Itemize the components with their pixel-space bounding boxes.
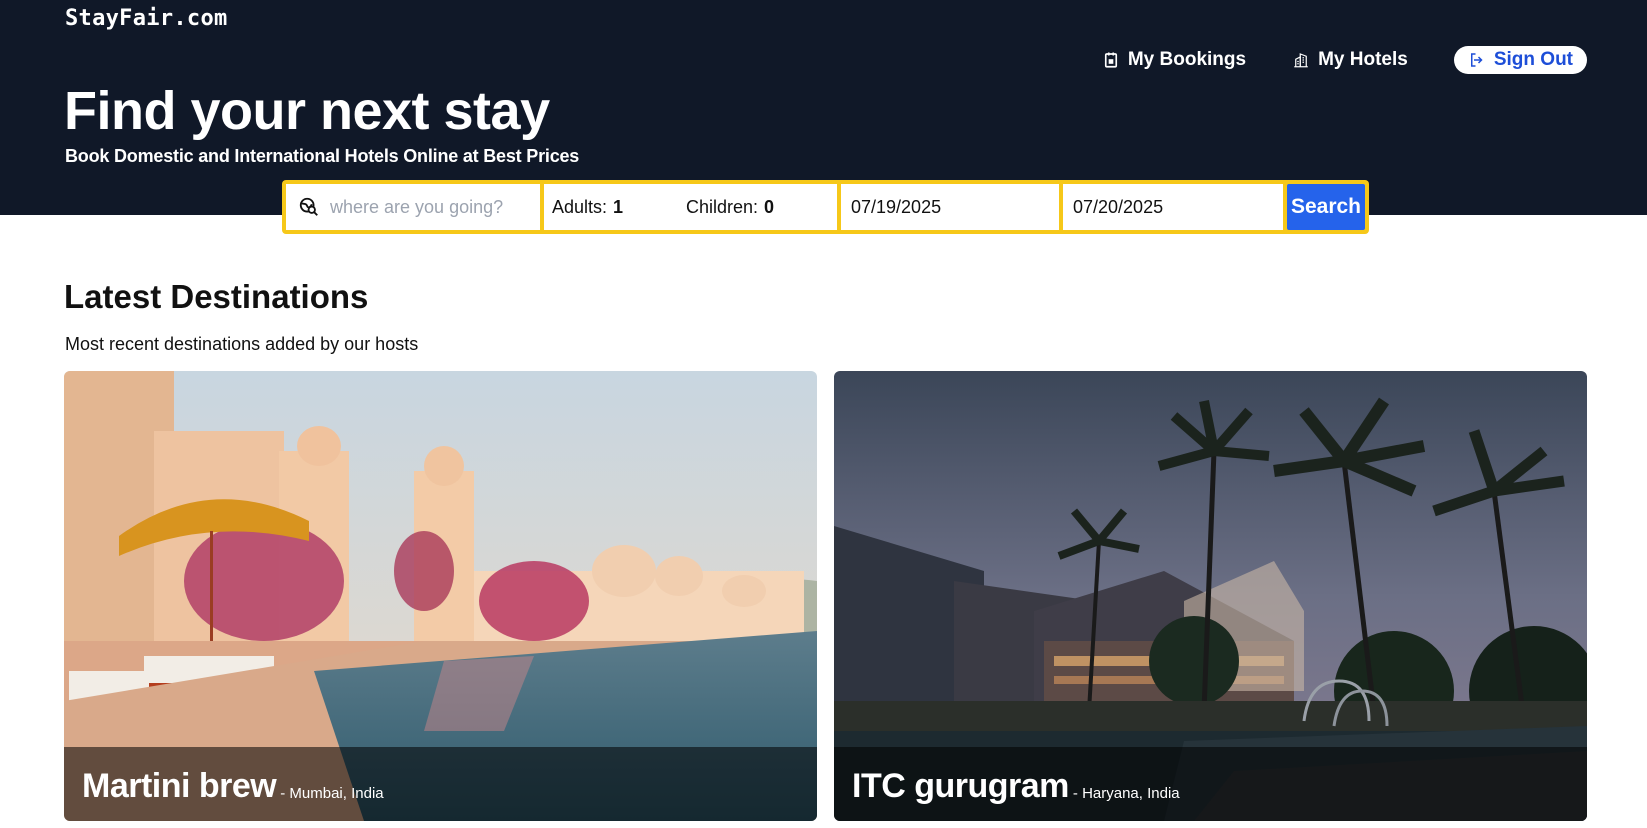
adults-counter[interactable]: Adults: 1 [552, 197, 686, 218]
destination-location: - Haryana, India [1072, 784, 1180, 802]
search-button[interactable]: Search [1287, 184, 1365, 230]
my-bookings-link[interactable]: My Bookings [1102, 49, 1246, 71]
children-counter[interactable]: Children: 0 [686, 197, 774, 218]
hero-subtitle: Book Domestic and International Hotels O… [65, 146, 580, 166]
destination-card-itc-gurugram[interactable]: ITC gurugram - Haryana, India [834, 371, 1587, 821]
check-out-date-field[interactable]: 07/20/2025 [1063, 184, 1283, 230]
section-subtitle: Most recent destinations added by our ho… [65, 334, 419, 354]
my-hotels-label: My Hotels [1318, 49, 1408, 70]
hero-title: Find your next stay [64, 81, 550, 141]
my-hotels-link[interactable]: My Hotels [1292, 49, 1408, 71]
destination-card-martini-brew[interactable]: Martini brew - Mumbai, India [64, 371, 817, 821]
my-bookings-label: My Bookings [1127, 49, 1247, 70]
globe-search-icon [299, 197, 318, 216]
brand-logo[interactable]: StayFair.com [65, 6, 228, 31]
section-title: Latest Destinations [64, 278, 369, 315]
sign-out-label: Sign Out [1493, 49, 1573, 70]
guests-field: Adults: 1 Children: 0 [544, 184, 837, 230]
sign-out-icon [1470, 53, 1483, 67]
card-caption: Martini brew - Mumbai, India [64, 747, 817, 821]
destination-name: Martini brew [82, 766, 277, 805]
building-icon [1294, 53, 1308, 68]
adults-value[interactable]: 1 [613, 197, 623, 218]
top-nav: My Bookings My Hotels Sign Out [1102, 46, 1587, 74]
adults-label: Adults: [552, 196, 608, 217]
card-caption: ITC gurugram - Haryana, India [834, 747, 1587, 821]
destination-field[interactable] [286, 184, 540, 230]
search-bar: Adults: 1 Children: 0 07/19/2025 07/20/2… [282, 180, 1369, 234]
destination-input[interactable] [330, 196, 530, 218]
children-label: Children: [686, 196, 759, 217]
calendar-icon [1104, 52, 1117, 68]
sign-out-button[interactable]: Sign Out [1453, 46, 1587, 74]
children-value[interactable]: 0 [764, 197, 774, 218]
destination-name: ITC gurugram [852, 766, 1069, 805]
check-in-date-field[interactable]: 07/19/2025 [841, 184, 1059, 230]
destination-location: - Mumbai, India [280, 784, 384, 802]
